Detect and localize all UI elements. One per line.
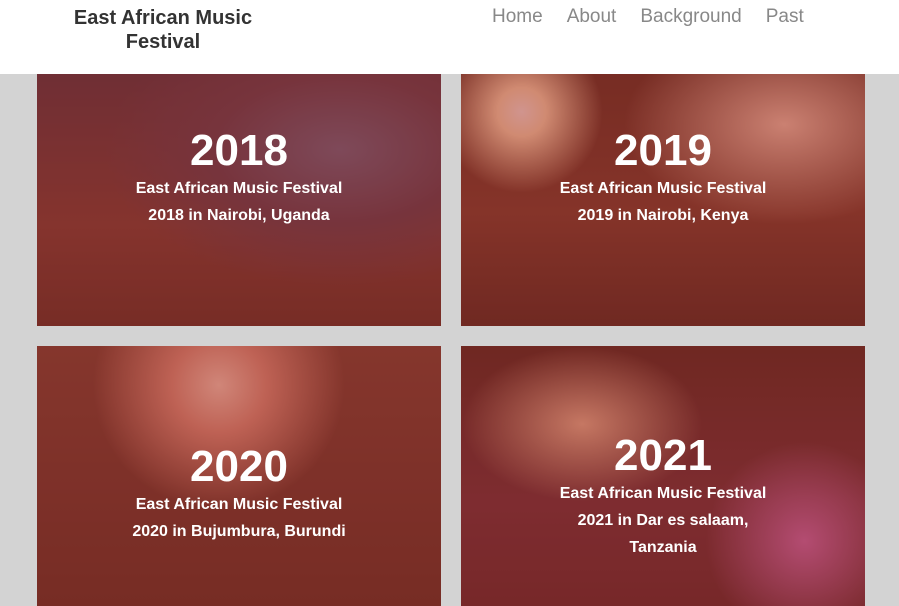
card-year: 2021 — [614, 431, 712, 480]
nav-background-link[interactable]: Background — [628, 6, 753, 28]
festival-card-2020[interactable]: 2020 East African Music Festival 2020 in… — [37, 346, 441, 606]
card-year: 2018 — [190, 126, 288, 175]
card-description: East African Music Festival 2018 in Nair… — [135, 180, 343, 224]
main-nav: Home About Background Past — [480, 6, 816, 28]
festival-card-2019[interactable]: 2019 East African Music Festival 2019 in… — [461, 74, 865, 326]
nav-past-link[interactable]: Past — [754, 6, 816, 28]
site-title[interactable]: East African Music Festival — [48, 6, 278, 54]
site-header: East African Music Festival Home About B… — [0, 0, 899, 74]
card-description: East African Music Festival 2019 in Nair… — [559, 180, 767, 224]
nav-about-link[interactable]: About — [555, 6, 629, 28]
card-description: East African Music Festival 2020 in Buju… — [132, 496, 346, 540]
nav-home-link[interactable]: Home — [480, 6, 555, 28]
card-year: 2019 — [614, 126, 712, 175]
festival-card-2018[interactable]: 2018 East African Music Festival 2018 in… — [37, 74, 441, 326]
festival-card-2021[interactable]: 2021 East African Music Festival 2021 in… — [461, 346, 865, 606]
card-year: 2020 — [190, 442, 288, 491]
card-description: East African Music Festival 2021 in Dar … — [559, 485, 767, 556]
